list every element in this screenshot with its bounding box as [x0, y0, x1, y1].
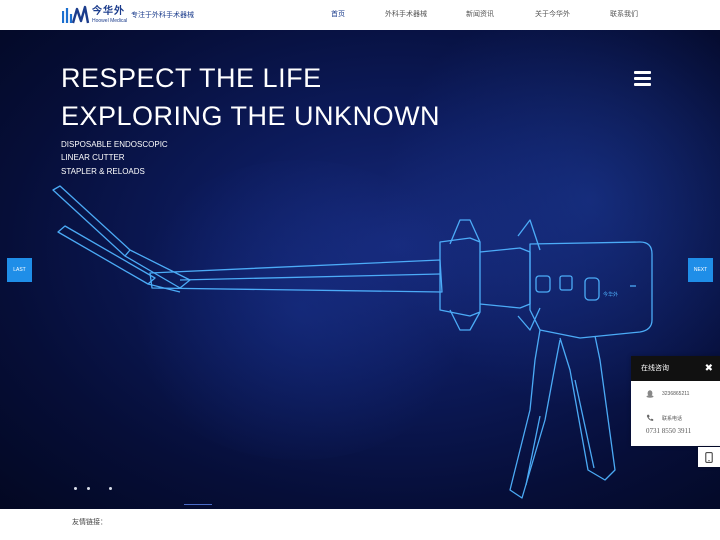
- product-line-3: STAPLER & RELOADS: [61, 167, 145, 176]
- qq-icon: [646, 390, 654, 398]
- online-consult-widget: 在线咨询 ✖ 3236865211 联系电话 0731 8550 3911: [631, 356, 720, 446]
- qq-contact[interactable]: 3236865211: [646, 390, 689, 398]
- site-header: 今华外 Hoowel Medical 专注于外科手术器械 首页 外科手术器械 新…: [0, 0, 720, 30]
- nav-home[interactable]: 首页: [331, 0, 345, 30]
- mobile-icon: [705, 451, 713, 463]
- logo-subtitle: Hoowel Medical: [92, 17, 128, 24]
- stapler-illustration: 今华外: [52, 185, 653, 499]
- nav-news[interactable]: 新闻资讯: [466, 0, 494, 30]
- device-brand-label: 今华外: [603, 291, 618, 298]
- qq-number: 3236865211: [662, 391, 690, 397]
- widget-header: 在线咨询 ✖: [631, 356, 720, 381]
- product-line-2: LINEAR CUTTER: [61, 153, 125, 162]
- slide-dot-1[interactable]: [74, 487, 77, 490]
- phone-number: 0731 8550 3911: [646, 427, 692, 435]
- logo[interactable]: 今华外 Hoowel Medical: [62, 5, 127, 25]
- friend-links-label: 友情链接：: [72, 519, 107, 526]
- slide-progress-bar: [184, 504, 212, 505]
- widget-title: 在线咨询: [641, 365, 669, 372]
- prev-slide-button[interactable]: LAST: [7, 258, 32, 282]
- slide-dot-3[interactable]: [109, 487, 112, 490]
- close-icon[interactable]: ✖: [705, 356, 713, 381]
- nav-surgical-instruments[interactable]: 外科手术器械: [385, 0, 427, 30]
- product-line-1: DISPOSABLE ENDOSCOPIC: [61, 140, 168, 149]
- phone-label: 联系电话: [662, 415, 683, 422]
- headline-line-1: RESPECT THE LIFE: [61, 63, 322, 93]
- slogan: 专注于外科手术器械: [131, 12, 194, 19]
- hero-banner: RESPECT THE LIFE EXPLORING THE UNKNOWN D…: [0, 30, 720, 509]
- slide-dot-2[interactable]: [87, 487, 90, 490]
- mobile-button[interactable]: [698, 447, 720, 467]
- headline-line-2: EXPLORING THE UNKNOWN: [61, 101, 441, 131]
- phone-contact-label-row: 联系电话: [646, 414, 682, 422]
- menu-icon[interactable]: [634, 71, 651, 86]
- logo-name: 今华外: [92, 5, 125, 17]
- nav-contact[interactable]: 联系我们: [610, 0, 638, 30]
- nav-about[interactable]: 关于今华外: [535, 0, 570, 30]
- phone-icon: [646, 414, 654, 421]
- next-slide-button[interactable]: NEXT: [688, 258, 713, 282]
- logo-mark-icon: [62, 5, 90, 24]
